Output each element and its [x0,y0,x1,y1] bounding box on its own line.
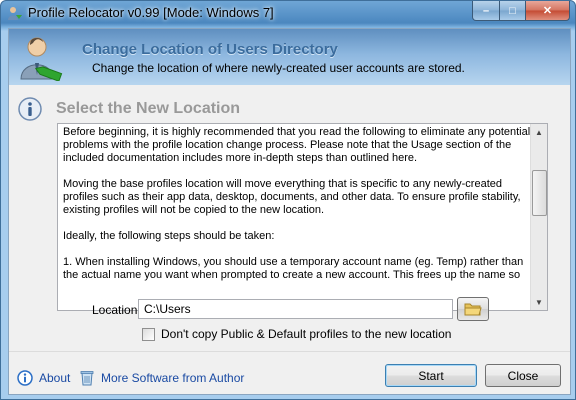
close-window-button[interactable]: ✕ [526,1,570,21]
about-link[interactable]: About [17,370,70,386]
header-banner: Change Location of Users Directory Chang… [9,29,570,85]
window-title: Profile Relocator v0.99 [Mode: Windows 7… [28,5,274,20]
browse-button[interactable] [457,297,489,321]
info-icon [17,370,33,386]
instructions-paragraph: Ideally, the following steps should be t… [63,230,275,242]
vertical-scrollbar[interactable]: ▲ ▼ [530,124,547,310]
header-title: Change Location of Users Directory [82,41,338,58]
maximize-button[interactable]: □ [500,1,526,21]
section-title: Select the New Location [56,100,241,117]
instructions-text: Before beginning, it is highly recommend… [63,126,533,308]
folder-icon [464,303,482,316]
instructions-paragraph: 1. When installing Windows, you should u… [63,256,524,281]
client-area: Change Location of Users Directory Chang… [8,28,571,395]
minimize-button[interactable]: – [472,1,500,21]
app-icon [8,7,22,20]
title-bar[interactable]: Profile Relocator v0.99 [Mode: Windows 7… [1,1,575,27]
more-software-link[interactable]: More Software from Author [79,370,244,386]
instructions-paragraph: Moving the base profiles location will m… [63,178,521,216]
close-button[interactable]: Close [485,364,561,387]
instructions-paragraph: Before beginning, it is highly recommend… [63,126,531,164]
more-software-label[interactable]: More Software from Author [101,371,244,385]
about-label[interactable]: About [39,371,70,385]
app-window: Profile Relocator v0.99 [Mode: Windows 7… [0,0,576,400]
dont-copy-option[interactable]: Don't copy Public & Default profiles to … [142,327,451,341]
header-subtitle: Change the location of where newly-creat… [92,61,465,75]
footer-divider [9,351,570,352]
scroll-up-icon[interactable]: ▲ [531,124,547,140]
location-label: Location [92,303,138,317]
start-button[interactable]: Start [385,364,477,387]
user-arrow-icon [20,37,63,81]
info-icon [18,97,42,121]
instructions-textbox[interactable]: Before beginning, it is highly recommend… [57,123,548,311]
dont-copy-checkbox[interactable] [142,327,155,341]
window-controls: – □ ✕ [472,1,570,21]
scroll-down-icon[interactable]: ▼ [531,294,547,310]
dont-copy-label[interactable]: Don't copy Public & Default profiles to … [161,327,451,341]
recycle-bin-icon [80,371,94,386]
scroll-thumb[interactable] [532,170,547,216]
location-input[interactable] [138,299,453,319]
